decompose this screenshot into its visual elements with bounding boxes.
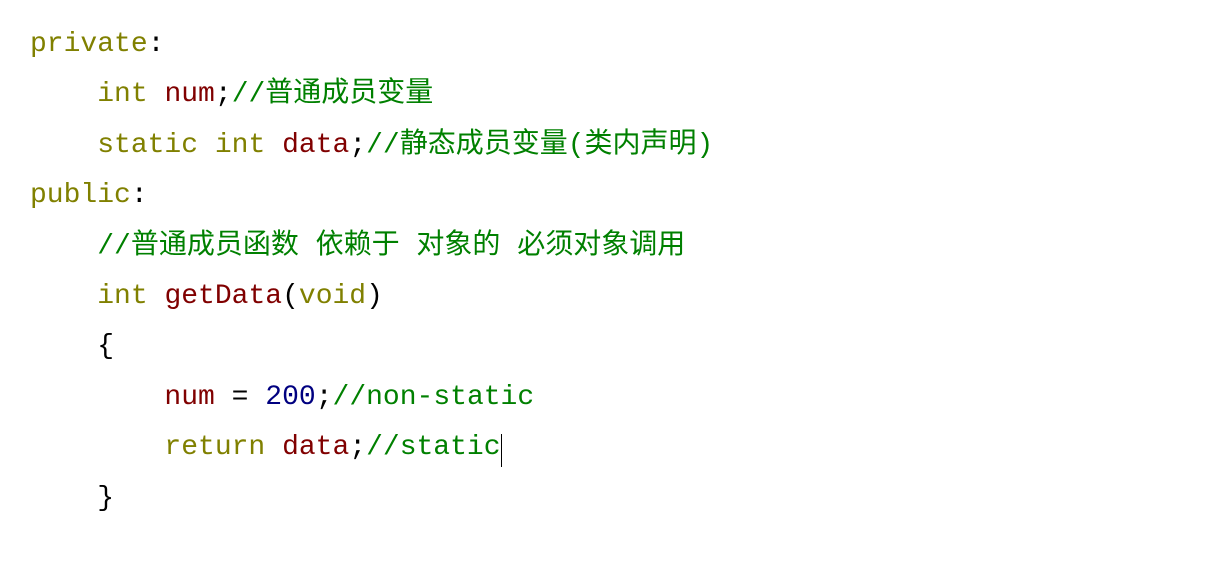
comment: //non-static <box>333 382 535 413</box>
lparen: ( <box>282 281 299 312</box>
keyword-static: static <box>97 130 198 161</box>
comment: //普通成员函数 依赖于 对象的 必须对象调用 <box>97 231 685 262</box>
indent <box>30 281 97 312</box>
code-line-1: private: <box>30 20 1214 70</box>
comment: //静态成员变量(类内声明) <box>366 130 713 161</box>
type-int: int <box>97 79 147 110</box>
keyword-return: return <box>164 432 265 463</box>
identifier-num: num <box>164 79 214 110</box>
indent <box>30 79 97 110</box>
code-line-9: return data;//static <box>30 423 1214 473</box>
indent <box>30 432 164 463</box>
semicolon: ; <box>215 79 232 110</box>
code-line-6: int getData(void) <box>30 272 1214 322</box>
space <box>148 79 165 110</box>
indent <box>30 331 97 362</box>
code-line-4: public: <box>30 171 1214 221</box>
space <box>248 382 265 413</box>
colon: : <box>131 180 148 211</box>
space <box>148 281 165 312</box>
code-line-5: //普通成员函数 依赖于 对象的 必须对象调用 <box>30 222 1214 272</box>
indent <box>30 231 97 262</box>
space <box>215 382 232 413</box>
number-literal: 200 <box>265 382 315 413</box>
code-line-7: { <box>30 322 1214 372</box>
keyword-void: void <box>299 281 366 312</box>
equals: = <box>232 382 249 413</box>
rparen: ) <box>366 281 383 312</box>
comment: //普通成员变量 <box>232 79 434 110</box>
indent <box>30 130 97 161</box>
identifier-getdata: getData <box>164 281 282 312</box>
open-brace: { <box>97 331 114 362</box>
identifier-data: data <box>282 130 349 161</box>
close-brace: } <box>97 483 114 514</box>
keyword-private: private <box>30 29 148 60</box>
indent <box>30 382 164 413</box>
text-cursor <box>501 434 502 468</box>
code-line-8: num = 200;//non-static <box>30 373 1214 423</box>
semicolon: ; <box>316 382 333 413</box>
identifier-num: num <box>164 382 214 413</box>
code-block: private: int num;//普通成员变量 static int dat… <box>0 0 1214 544</box>
code-line-10: } <box>30 474 1214 524</box>
indent <box>30 483 97 514</box>
code-line-3: static int data;//静态成员变量(类内声明) <box>30 121 1214 171</box>
comment: //static <box>366 432 500 463</box>
space <box>198 130 215 161</box>
semicolon: ; <box>349 130 366 161</box>
identifier-data: data <box>282 432 349 463</box>
space <box>265 432 282 463</box>
keyword-public: public <box>30 180 131 211</box>
semicolon: ; <box>349 432 366 463</box>
space <box>265 130 282 161</box>
colon: : <box>148 29 165 60</box>
type-int: int <box>215 130 265 161</box>
code-line-2: int num;//普通成员变量 <box>30 70 1214 120</box>
type-int: int <box>97 281 147 312</box>
